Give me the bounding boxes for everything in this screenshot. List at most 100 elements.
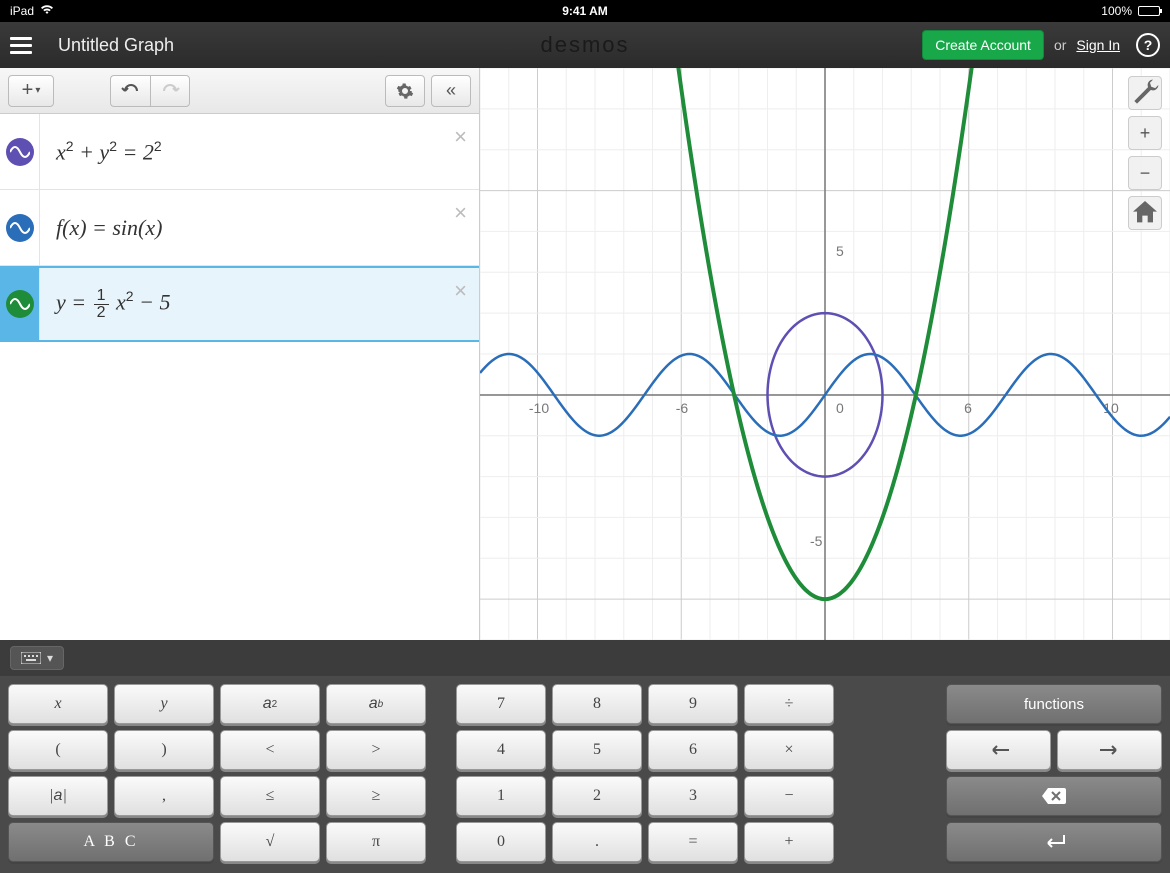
key-lparen[interactable]: ( <box>8 730 108 770</box>
sidebar-toolbar: +▾ « <box>0 68 479 114</box>
tick-label: -5 <box>810 533 823 549</box>
key-lt[interactable]: < <box>220 730 320 770</box>
delete-expression-button[interactable]: × <box>454 278 467 304</box>
expression-row[interactable]: y = 12 x2 − 5 × <box>0 266 479 342</box>
wifi-icon <box>40 4 54 18</box>
collapse-sidebar-button[interactable]: « <box>431 75 471 107</box>
backspace-icon <box>1042 788 1066 804</box>
keyboard-mode-button[interactable]: ▾ <box>10 646 64 670</box>
key-mul[interactable]: × <box>744 730 834 770</box>
key-abc[interactable]: A B C <box>8 822 214 862</box>
key-plus[interactable]: + <box>744 822 834 862</box>
zoom-in-button[interactable]: + <box>1128 116 1162 150</box>
chevron-down-icon: ▾ <box>35 85 40 96</box>
tick-label: -6 <box>676 400 689 416</box>
expression-row[interactable]: x2 + y2 = 22 × <box>0 114 479 190</box>
expression-row[interactable]: f(x) = sin(x) × <box>0 190 479 266</box>
key-dot[interactable]: . <box>552 822 642 862</box>
keyboard-mode-bar: ▾ <box>0 640 1170 676</box>
chevron-down-icon: ▾ <box>47 651 53 665</box>
device-status-bar: iPad 9:41 AM 100% <box>0 0 1170 22</box>
key-power[interactable]: ab <box>326 684 426 724</box>
delete-expression-button[interactable]: × <box>454 124 467 150</box>
key-6[interactable]: 6 <box>648 730 738 770</box>
help-button[interactable]: ? <box>1136 33 1160 57</box>
add-expression-button[interactable]: +▾ <box>8 75 54 107</box>
key-enter[interactable] <box>946 822 1162 862</box>
key-eq[interactable]: = <box>648 822 738 862</box>
battery-percent: 100% <box>1101 4 1132 18</box>
clock: 9:41 AM <box>562 4 608 18</box>
key-2[interactable]: 2 <box>552 776 642 816</box>
key-gt[interactable]: > <box>326 730 426 770</box>
key-right[interactable] <box>1057 730 1162 770</box>
or-text: or <box>1054 37 1066 53</box>
app-topbar: Untitled Graph desmos Create Account or … <box>0 22 1170 68</box>
key-comma[interactable]: , <box>114 776 214 816</box>
redo-button[interactable] <box>150 75 190 107</box>
key-x[interactable]: x <box>8 684 108 724</box>
tick-label: 6 <box>964 400 972 416</box>
key-ge[interactable]: ≥ <box>326 776 426 816</box>
battery-icon <box>1138 6 1160 16</box>
key-sqrt[interactable]: √ <box>220 822 320 862</box>
graph-title[interactable]: Untitled Graph <box>58 35 174 56</box>
settings-button[interactable] <box>385 75 425 107</box>
key-9[interactable]: 9 <box>648 684 738 724</box>
key-div[interactable]: ÷ <box>744 684 834 724</box>
expression-text[interactable]: y = 12 x2 − 5 <box>40 288 479 321</box>
graph-canvas[interactable]: -10 -6 0 6 10 5 -5 + − <box>480 68 1170 640</box>
sign-in-link[interactable]: Sign In <box>1076 37 1120 53</box>
key-4[interactable]: 4 <box>456 730 546 770</box>
expression-text[interactable]: x2 + y2 = 22 <box>40 138 479 165</box>
key-square[interactable]: a2 <box>220 684 320 724</box>
undo-button[interactable] <box>110 75 150 107</box>
curve-icon <box>6 290 34 318</box>
math-keyboard: x y a2 ab ( ) < > |a| , ≤ ≥ A B C √ π 7 … <box>0 676 1170 873</box>
tick-label: 0 <box>836 400 844 416</box>
home-icon <box>1129 197 1161 229</box>
key-y[interactable]: y <box>114 684 214 724</box>
curve-icon <box>6 138 34 166</box>
expression-text[interactable]: f(x) = sin(x) <box>40 215 479 241</box>
key-left[interactable] <box>946 730 1051 770</box>
keyboard-group-actions: functions <box>946 684 1162 865</box>
key-0[interactable]: 0 <box>456 822 546 862</box>
tick-label: -10 <box>529 400 549 416</box>
curve-icon <box>6 214 34 242</box>
app-logo: desmos <box>540 32 629 58</box>
key-functions[interactable]: functions <box>946 684 1162 724</box>
create-account-button[interactable]: Create Account <box>922 30 1044 60</box>
key-abs[interactable]: |a| <box>8 776 108 816</box>
zoom-out-button[interactable]: − <box>1128 156 1162 190</box>
expression-sidebar: +▾ « x2 + y2 = 22 × <box>0 68 480 640</box>
gear-icon <box>396 82 414 100</box>
key-le[interactable]: ≤ <box>220 776 320 816</box>
plot-svg: -10 -6 0 6 10 5 -5 <box>480 68 1170 640</box>
keyboard-group-vars: x y a2 ab ( ) < > |a| , ≤ ≥ A B C √ π <box>8 684 426 865</box>
wrench-icon <box>1129 77 1161 109</box>
enter-icon <box>1042 835 1066 849</box>
key-5[interactable]: 5 <box>552 730 642 770</box>
expression-color-tab[interactable] <box>0 114 40 189</box>
graph-controls: + − <box>1128 76 1162 230</box>
key-minus[interactable]: − <box>744 776 834 816</box>
expression-color-tab[interactable] <box>0 190 40 265</box>
key-1[interactable]: 1 <box>456 776 546 816</box>
arrow-left-icon <box>989 745 1009 755</box>
key-3[interactable]: 3 <box>648 776 738 816</box>
expression-color-tab[interactable] <box>0 268 40 340</box>
device-label: iPad <box>10 4 34 18</box>
key-backspace[interactable] <box>946 776 1162 816</box>
main-area: +▾ « x2 + y2 = 22 × <box>0 68 1170 640</box>
key-pi[interactable]: π <box>326 822 426 862</box>
key-8[interactable]: 8 <box>552 684 642 724</box>
key-7[interactable]: 7 <box>456 684 546 724</box>
menu-button[interactable] <box>10 30 40 60</box>
key-rparen[interactable]: ) <box>114 730 214 770</box>
graph-settings-button[interactable] <box>1128 76 1162 110</box>
home-button[interactable] <box>1128 196 1162 230</box>
delete-expression-button[interactable]: × <box>454 200 467 226</box>
keyboard-group-numpad: 7 8 9 ÷ 4 5 6 × 1 2 3 − 0 . = + <box>456 684 834 865</box>
expression-list: x2 + y2 = 22 × f(x) = sin(x) × y = 12 x2… <box>0 114 479 640</box>
